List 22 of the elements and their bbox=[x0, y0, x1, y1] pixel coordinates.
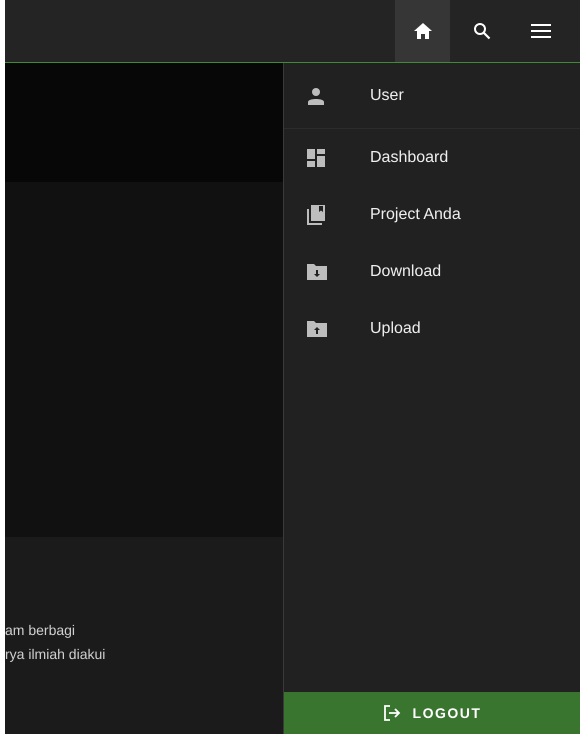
menu-item[interactable]: Project Anda bbox=[284, 186, 580, 243]
menu-item[interactable]: Dashboard bbox=[284, 129, 580, 186]
menu-item[interactable]: Upload bbox=[284, 300, 580, 357]
menu-item-label: Download bbox=[370, 262, 442, 280]
body-text: rya ilmiah diakui bbox=[5, 645, 106, 664]
folder-download-icon bbox=[306, 262, 328, 280]
person-icon bbox=[306, 86, 326, 106]
menu-item-label: User bbox=[370, 86, 404, 104]
menu-item[interactable]: Download bbox=[284, 243, 580, 300]
dashboard-icon bbox=[306, 148, 326, 168]
logout-button[interactable]: LOGOUT bbox=[284, 692, 580, 734]
logout-icon bbox=[382, 704, 401, 722]
menu-item-label: Project Anda bbox=[370, 206, 461, 224]
search-icon bbox=[472, 22, 490, 40]
bookmark-library-icon bbox=[306, 204, 326, 226]
menu-icon bbox=[530, 24, 550, 38]
menu-item-label: Upload bbox=[370, 320, 421, 338]
menu-item-label: Dashboard bbox=[370, 148, 448, 166]
home-icon bbox=[412, 22, 432, 40]
folder-upload-icon bbox=[306, 320, 328, 338]
body-text: am berbagi bbox=[5, 621, 76, 640]
home-button[interactable] bbox=[395, 0, 450, 62]
